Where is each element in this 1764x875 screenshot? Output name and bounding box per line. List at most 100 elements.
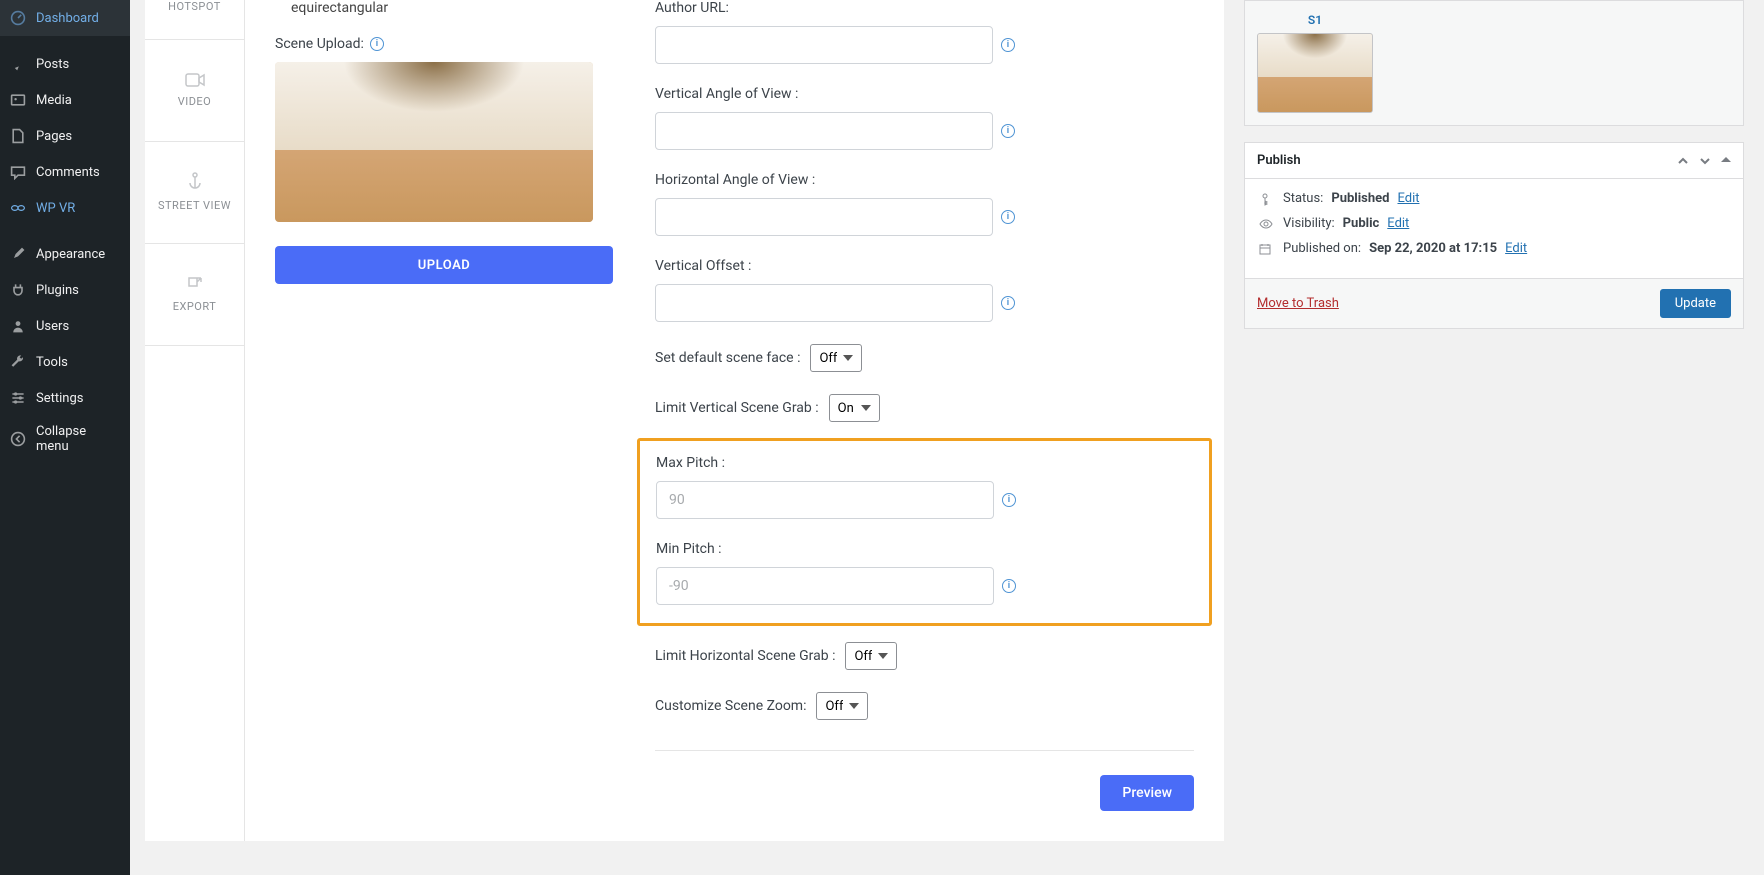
author-url-input[interactable] bbox=[655, 26, 993, 64]
visibility-value: Public bbox=[1343, 216, 1380, 231]
horizontal-angle-label: Horizontal Angle of View : bbox=[655, 172, 1194, 188]
visibility-label: Visibility: bbox=[1283, 216, 1335, 231]
info-icon[interactable]: i bbox=[1002, 579, 1016, 593]
limit-vertical-label: Limit Vertical Scene Grab : bbox=[655, 400, 819, 416]
tab-hotspot[interactable]: HOTSPOT bbox=[145, 0, 244, 40]
menu-label: WP VR bbox=[36, 201, 75, 216]
publish-panel: Publish Status: Published Edit Visibilit… bbox=[1244, 142, 1744, 329]
info-icon[interactable]: i bbox=[1001, 296, 1015, 310]
pitch-highlight-box: Max Pitch : i Min Pitch : i bbox=[637, 438, 1212, 626]
menu-dashboard[interactable]: Dashboard bbox=[0, 0, 130, 36]
vertical-angle-label: Vertical Angle of View : bbox=[655, 86, 1194, 102]
published-label: Published on: bbox=[1283, 241, 1361, 256]
wp-admin-sidebar: Dashboard Posts Media Pages Comments WP … bbox=[0, 0, 130, 875]
caret-up-icon[interactable] bbox=[1721, 155, 1731, 167]
author-url-label: Author URL: bbox=[655, 0, 1194, 16]
update-button[interactable]: Update bbox=[1660, 289, 1731, 318]
menu-comments[interactable]: Comments bbox=[0, 154, 130, 190]
upload-button[interactable]: UPLOAD bbox=[275, 246, 613, 284]
min-pitch-input[interactable] bbox=[656, 567, 994, 605]
info-icon[interactable]: i bbox=[1001, 124, 1015, 138]
plug-icon bbox=[8, 280, 28, 300]
video-icon bbox=[185, 73, 205, 87]
horizontal-angle-input[interactable] bbox=[655, 198, 993, 236]
edit-date-link[interactable]: Edit bbox=[1505, 241, 1527, 256]
max-pitch-input[interactable] bbox=[656, 481, 994, 519]
scene-card[interactable]: S1 bbox=[1257, 13, 1373, 113]
edit-visibility-link[interactable]: Edit bbox=[1387, 216, 1409, 231]
tab-label: STREET VIEW bbox=[158, 198, 231, 213]
collapse-icon bbox=[8, 429, 28, 449]
menu-users[interactable]: Users bbox=[0, 308, 130, 344]
menu-posts[interactable]: Posts bbox=[0, 46, 130, 82]
scene-type-value: equirectangular bbox=[275, 0, 615, 36]
tab-street-view[interactable]: STREET VIEW bbox=[145, 142, 244, 244]
menu-label: Media bbox=[36, 93, 72, 108]
status-label: Status: bbox=[1283, 191, 1323, 206]
tab-export[interactable]: EXPORT bbox=[145, 244, 244, 346]
default-face-select[interactable]: Off bbox=[810, 344, 862, 372]
tab-video[interactable]: VIDEO bbox=[145, 40, 244, 142]
menu-label: Collapse menu bbox=[36, 424, 122, 454]
scene-card-thumbnail bbox=[1257, 33, 1373, 113]
vertical-offset-input[interactable] bbox=[655, 284, 993, 322]
scene-thumbnail[interactable] bbox=[275, 62, 593, 222]
info-icon[interactable]: i bbox=[1001, 38, 1015, 52]
info-icon[interactable]: i bbox=[1002, 493, 1016, 507]
published-value: Sep 22, 2020 at 17:15 bbox=[1369, 241, 1497, 256]
menu-pages[interactable]: Pages bbox=[0, 118, 130, 154]
page-icon bbox=[8, 126, 28, 146]
tab-label: EXPORT bbox=[173, 300, 217, 313]
scene-editor: equirectangular Scene Upload:i UPLOAD Au… bbox=[245, 0, 1224, 841]
scene-card-title: S1 bbox=[1257, 13, 1373, 27]
anchor-icon bbox=[187, 172, 203, 190]
vertical-offset-label: Vertical Offset : bbox=[655, 258, 1194, 274]
publish-heading: Publish bbox=[1257, 153, 1301, 168]
status-value: Published bbox=[1331, 191, 1389, 206]
menu-appearance[interactable]: Appearance bbox=[0, 236, 130, 272]
menu-tools[interactable]: Tools bbox=[0, 344, 130, 380]
info-icon[interactable]: i bbox=[370, 37, 384, 51]
menu-label: Pages bbox=[36, 129, 72, 144]
menu-label: Users bbox=[36, 319, 69, 334]
vertical-angle-input[interactable] bbox=[655, 112, 993, 150]
menu-label: Posts bbox=[36, 57, 69, 72]
menu-media[interactable]: Media bbox=[0, 82, 130, 118]
menu-wpvr[interactable]: WP VR bbox=[0, 190, 130, 226]
menu-label: Plugins bbox=[36, 283, 79, 298]
media-icon bbox=[8, 90, 28, 110]
comment-icon bbox=[8, 162, 28, 182]
info-icon[interactable]: i bbox=[1001, 210, 1015, 224]
menu-settings[interactable]: Settings bbox=[0, 380, 130, 416]
menu-plugins[interactable]: Plugins bbox=[0, 272, 130, 308]
calendar-icon bbox=[1259, 243, 1275, 255]
vr-icon bbox=[8, 198, 28, 218]
chevron-down-icon[interactable] bbox=[1699, 155, 1711, 167]
menu-label: Settings bbox=[36, 391, 83, 406]
limit-horizontal-label: Limit Horizontal Scene Grab : bbox=[655, 648, 835, 664]
tab-label: VIDEO bbox=[178, 95, 212, 108]
dashboard-icon bbox=[8, 8, 28, 28]
scene-list-panel: S1 bbox=[1244, 0, 1744, 126]
zoom-select[interactable]: Off bbox=[816, 692, 868, 720]
vertical-tabs: HOTSPOT VIDEO STREET VIEW EXPORT bbox=[145, 0, 245, 841]
limit-vertical-select[interactable]: On bbox=[829, 394, 880, 422]
brush-icon bbox=[8, 244, 28, 264]
edit-status-link[interactable]: Edit bbox=[1397, 191, 1419, 206]
move-to-trash-link[interactable]: Move to Trash bbox=[1257, 296, 1339, 311]
menu-label: Appearance bbox=[36, 247, 105, 262]
limit-horizontal-select[interactable]: Off bbox=[845, 642, 897, 670]
min-pitch-label: Min Pitch : bbox=[656, 541, 1193, 557]
menu-label: Dashboard bbox=[36, 11, 99, 26]
key-icon bbox=[1259, 192, 1275, 206]
default-face-label: Set default scene face : bbox=[655, 350, 800, 366]
preview-button[interactable]: Preview bbox=[1100, 775, 1194, 811]
scene-upload-label: Scene Upload:i bbox=[275, 36, 615, 52]
menu-label: Tools bbox=[36, 355, 68, 370]
divider bbox=[655, 750, 1194, 751]
eye-icon bbox=[1259, 219, 1275, 229]
menu-collapse[interactable]: Collapse menu bbox=[0, 416, 130, 462]
sliders-icon bbox=[8, 388, 28, 408]
chevron-up-icon[interactable] bbox=[1677, 155, 1689, 167]
export-icon bbox=[187, 276, 203, 292]
